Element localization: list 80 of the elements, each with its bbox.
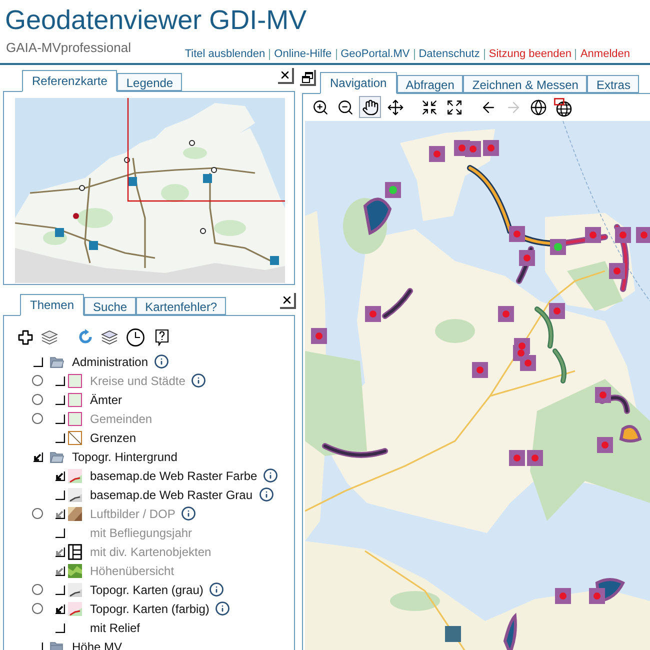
header-link[interactable]: Datenschutz [418,49,480,60]
layer-label[interactable]: basemap.de Web Raster Grau [90,486,253,504]
move-icon [386,98,404,116]
map-symbol-icon [68,488,82,502]
layer-label[interactable]: Topogr. Karten (farbig) [90,600,210,618]
zoom-in-icon [312,98,328,116]
area-symbol-icon [68,392,82,406]
expand-icon [446,98,462,116]
radio-button[interactable] [32,394,43,405]
panel-tab[interactable]: Themen [20,294,84,316]
reference-map-drawing[interactable] [15,98,285,283]
area-symbol-icon [68,412,82,426]
zoom-out-icon [336,98,354,116]
info-icon[interactable] [258,487,274,502]
open-folder-icon[interactable] [50,356,64,368]
folder-label[interactable]: Topogr. Hintergrund [72,448,178,466]
panel-tab[interactable]: Referenzkarte [22,70,118,92]
checkbox[interactable] [55,432,65,442]
header-link[interactable]: Anmelden [580,49,630,60]
checkbox[interactable] [55,394,65,404]
radio-button[interactable] [32,584,43,595]
checkbox[interactable] [33,356,43,366]
panel-tab[interactable]: Legende [117,73,182,91]
radio-button[interactable] [32,603,43,614]
map-symbol-icon [68,582,82,596]
checkbox[interactable] [33,452,43,462]
info-icon[interactable] [154,354,170,369]
header-link[interactable]: Online-Hilfe [274,49,332,60]
checkbox[interactable] [55,604,65,614]
hand-icon [362,98,378,116]
checkbox[interactable] [55,622,65,632]
checkbox[interactable] [55,490,65,500]
panel-tab[interactable]: Navigation [320,72,397,94]
header-link[interactable]: Sitzung beenden [488,49,572,60]
refresh-icon[interactable] [78,329,93,345]
checkbox[interactable] [55,584,65,594]
relief-icon [68,564,82,578]
layers-icon[interactable] [101,330,118,344]
panel-tab[interactable]: Kartenfehler? [136,297,226,315]
help-icon[interactable] [155,328,169,346]
panel-tab[interactable]: Abfragen [396,75,464,93]
layer-label[interactable]: Grenzen [90,428,136,446]
panel-tab[interactable]: Extras [587,75,640,93]
map-tool-button[interactable] [359,96,381,118]
header-link[interactable]: Titel ausblenden [184,49,266,60]
layer-label[interactable]: Topogr. Karten (grau) [90,580,204,598]
open-folder-icon[interactable] [50,450,64,462]
area-symbol-icon [68,374,82,388]
map-symbol-icon [68,468,82,482]
info-icon[interactable] [215,601,230,616]
layer-label[interactable]: Ämter [90,390,122,408]
panel-tab[interactable]: Suche [84,297,136,315]
globe-extent-icon [554,98,572,116]
folder-icon[interactable] [50,640,64,650]
clock-icon[interactable] [126,328,145,346]
folder-label[interactable]: Administration [72,352,148,370]
map-drawing[interactable] [305,121,650,650]
info-icon[interactable] [209,582,224,597]
layers-icon[interactable] [41,330,58,344]
shrink-icon [420,98,438,116]
map-tool-button[interactable] [552,96,574,118]
aerial-photo-icon [68,506,82,520]
windows-icon [302,72,312,82]
layer-label[interactable]: basemap.de Web Raster Farbe [90,466,258,484]
undock-button[interactable] [300,70,316,86]
panel-tab[interactable]: Zeichnen & Messen [463,75,588,93]
info-icon[interactable] [263,468,278,483]
layer-label[interactable]: mit Relief [90,618,140,636]
checkbox[interactable] [55,470,65,480]
header-link[interactable]: GeoPortal.MV [340,49,410,60]
line-symbol-icon [68,430,82,444]
app-title: Geodatenviewer GDI-MV [5,4,307,36]
app-subtitle: GAIA-MVprofessional [5,39,131,57]
close-button[interactable] [278,68,294,84]
close-icon [281,294,293,306]
map-symbol-icon [68,602,82,616]
close-icon [279,69,291,81]
table-icon [68,544,82,560]
globe-icon [530,98,546,116]
add-icon[interactable] [18,330,33,344]
